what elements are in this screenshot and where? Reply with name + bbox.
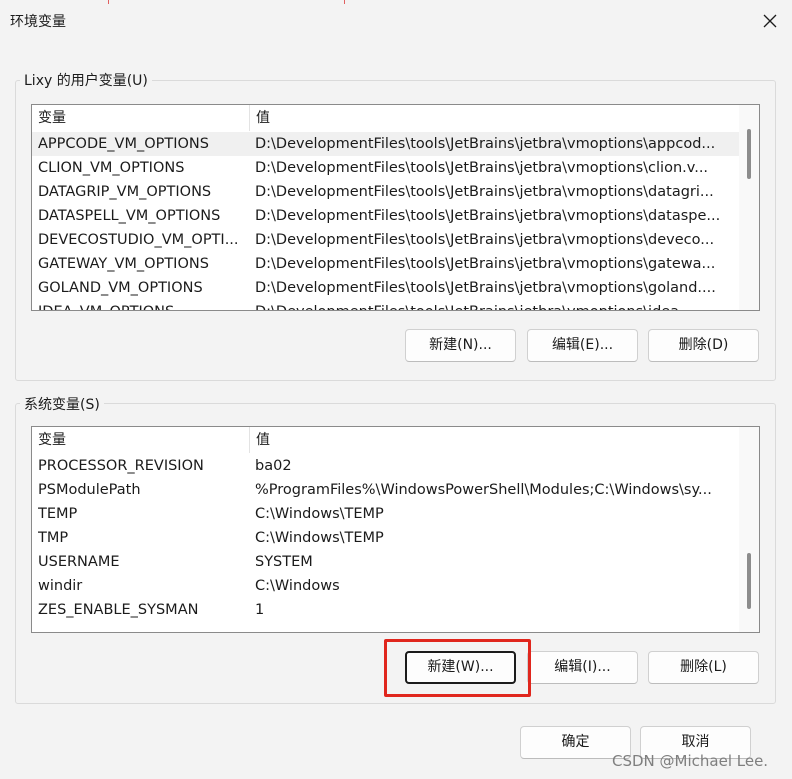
background-fragment: [108, 0, 109, 4]
variable-value: D:\DevelopmentFiles\tools\JetBrains\jetb…: [255, 280, 716, 296]
table-row[interactable]: windir C:\Windows: [32, 574, 741, 598]
user-new-button[interactable]: 新建(N)...: [405, 329, 516, 362]
table-row[interactable]: TEMP C:\Windows\TEMP: [32, 502, 741, 526]
watermark: CSDN @Michael Lee.: [612, 752, 769, 770]
variable-name: DATAGRIP_VM_OPTIONS: [38, 184, 212, 200]
table-row[interactable]: USERNAME SYSTEM: [32, 550, 741, 574]
table-row[interactable]: GOLAND_VM_OPTIONS D:\DevelopmentFiles\too…: [32, 276, 741, 300]
variable-name: ZES_ENABLE_SYSMAN: [38, 602, 199, 618]
window-title: 环境变量: [10, 14, 66, 30]
list-header: 变量 值: [32, 105, 759, 131]
user-variables-label: Lixy 的用户变量(U): [20, 70, 152, 90]
table-row[interactable]: DATAGRIP_VM_OPTIONS D:\DevelopmentFiles\t…: [32, 180, 741, 204]
variable-value: %ProgramFiles%\WindowsPowerShell\Modules…: [255, 482, 712, 498]
system-variables-list[interactable]: 变量 值 PROCESSOR_REVISION ba02 PSModulePath%…: [31, 426, 760, 633]
background-fragment: [344, 0, 345, 4]
table-row[interactable]: DATASPELL_VM_OPTIONS D:\DevelopmentFiles\…: [32, 204, 741, 228]
table-row[interactable]: ZES_ENABLE_SYSMAN 1: [32, 598, 741, 622]
variable-value: D:\DevelopmentFiles\tools\JetBrains\jetb…: [255, 136, 716, 152]
variable-value: D:\DevelopmentFiles\tools\JetBrains\jetb…: [255, 184, 714, 200]
close-icon: [763, 14, 777, 28]
variable-value: ba02: [255, 458, 292, 474]
column-header-variable[interactable]: 变量: [32, 105, 66, 131]
scrollbar-thumb[interactable]: [747, 129, 751, 179]
variable-value: D:\DevelopmentFiles\tools\JetBrains\jetb…: [255, 232, 715, 248]
scrollbar-thumb[interactable]: [747, 553, 751, 609]
variable-value: C:\Windows: [255, 578, 340, 594]
table-row[interactable]: GATEWAY_VM_OPTIONS D:\DevelopmentFiles\to…: [32, 252, 741, 276]
column-header-value[interactable]: 值: [250, 427, 270, 453]
list-header: 变量 值: [32, 427, 759, 453]
close-button[interactable]: [750, 4, 790, 38]
table-row[interactable]: PROCESSOR_REVISION ba02: [32, 454, 741, 478]
title-bar: 环境变量: [0, 0, 792, 42]
variable-value: C:\Windows\TEMP: [255, 506, 384, 522]
variable-name: APPCODE_VM_OPTIONS: [38, 136, 209, 152]
variable-value: C:\Windows\TEMP: [255, 530, 384, 546]
variable-value: D:\DevelopmentFiles\tools\JetBrains\jetb…: [255, 256, 716, 272]
system-edit-button[interactable]: 编辑(I)...: [527, 651, 638, 684]
table-row[interactable]: APPCODE_VM_OPTIONS D:\DevelopmentFiles\to…: [32, 132, 741, 156]
variable-name: TEMP: [38, 506, 78, 522]
system-delete-button[interactable]: 删除(L): [648, 651, 759, 684]
variable-value: SYSTEM: [255, 554, 313, 570]
variable-name: GOLAND_VM_OPTIONS: [38, 280, 203, 296]
variable-name: PSModulePath: [38, 482, 141, 498]
highlight-box: [384, 639, 531, 697]
variable-value: D:\DevelopmentFiles\tools\JetBrains\jetb…: [255, 300, 733, 310]
variable-name: windir: [38, 578, 83, 594]
column-header-value[interactable]: 值: [250, 105, 270, 131]
scrollbar[interactable]: [739, 427, 759, 632]
variable-name: DATASPELL_VM_OPTIONS: [38, 208, 221, 224]
user-variables-list[interactable]: 变量 值 APPCODE_VM_OPTIONS D:\DevelopmentFil…: [31, 104, 760, 311]
variable-value: 1: [255, 602, 265, 618]
table-row[interactable]: CLION_VM_OPTIONS D:\DevelopmentFiles\tool…: [32, 156, 741, 180]
variable-name: TMP: [38, 530, 69, 546]
variable-value: D:\DevelopmentFiles\tools\JetBrains\jetb…: [255, 208, 721, 224]
table-row[interactable]: TMP C:\Windows\TEMP: [32, 526, 741, 550]
table-row[interactable]: DEVECOSTUDIO_VM_OPTI... D:\DevelopmentFil…: [32, 228, 741, 252]
variable-name: IDEA_VM_OPTIONS: [38, 300, 248, 310]
user-edit-button[interactable]: 编辑(E)...: [527, 329, 638, 362]
variable-name: GATEWAY_VM_OPTIONS: [38, 256, 209, 272]
variable-name: DEVECOSTUDIO_VM_OPTI...: [38, 232, 239, 248]
column-header-variable[interactable]: 变量: [32, 427, 66, 453]
variable-name: CLION_VM_OPTIONS: [38, 160, 185, 176]
variable-name: PROCESSOR_REVISION: [38, 458, 204, 474]
user-delete-button[interactable]: 删除(D): [648, 329, 759, 362]
table-row[interactable]: PSModulePath %ProgramFiles%\WindowsPowerS…: [32, 478, 741, 502]
system-variables-label: 系统变量(S): [20, 394, 104, 414]
variable-name: USERNAME: [38, 554, 120, 570]
scrollbar[interactable]: [739, 105, 759, 310]
table-row[interactable]: IDEA_VM_OPTIONS D:\DevelopmentFiles\tools…: [32, 300, 741, 310]
variable-value: D:\DevelopmentFiles\tools\JetBrains\jetb…: [255, 160, 709, 176]
